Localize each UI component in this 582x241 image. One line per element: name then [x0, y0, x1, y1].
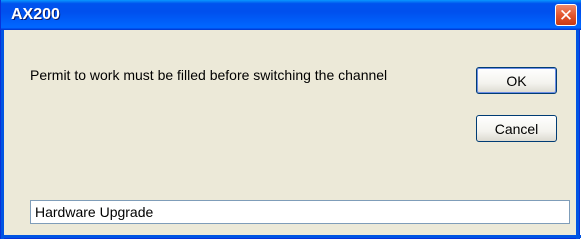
cancel-button-label: Cancel — [494, 120, 539, 137]
dialog-window: AX200 ✕ Permit to work must be filled be… — [0, 0, 581, 239]
ok-button-label: OK — [506, 72, 527, 89]
close-icon: ✕ — [558, 5, 574, 25]
window-frame-right — [576, 30, 579, 239]
reason-input[interactable] — [30, 200, 570, 224]
ok-button[interactable]: OK — [476, 67, 557, 94]
cancel-button[interactable]: Cancel — [476, 115, 557, 142]
close-button[interactable]: ✕ — [555, 4, 577, 26]
dialog-message: Permit to work must be filled before swi… — [30, 67, 388, 83]
window-frame-left — [1, 30, 4, 239]
window-frame-bottom — [1, 235, 581, 238]
window-title: AX200 — [11, 6, 60, 23]
title-bar[interactable]: AX200 ✕ — [1, 0, 581, 30]
